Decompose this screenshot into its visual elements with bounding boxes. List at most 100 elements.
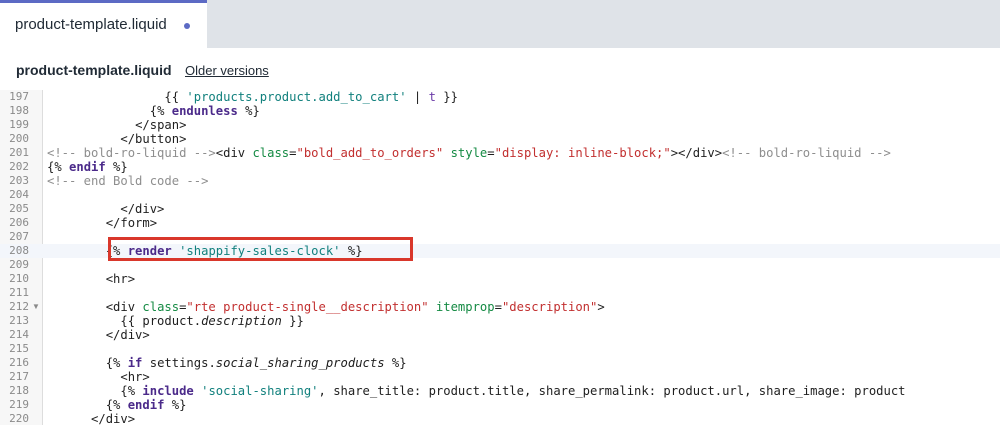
older-versions-link[interactable]: Older versions [185,63,269,78]
code-line[interactable]: 214 </div> [0,328,1000,342]
code-line[interactable]: 199 </span> [0,118,1000,132]
code-text: <!-- end Bold code --> [47,174,208,188]
code-line[interactable]: 218 {% include 'social-sharing', share_t… [0,384,1000,398]
line-number: 201 [9,146,29,159]
line-number: 205 [9,202,29,215]
line-number: 216 [9,356,29,369]
code-text: </form> [47,216,157,230]
code-token: {{ [164,90,187,104]
code-line[interactable]: 197 {{ 'products.product.add_to_cart' | … [0,90,1000,104]
code-token: %} [105,160,128,174]
code-line[interactable]: 206 </form> [0,216,1000,230]
code-token: , share_title: product.title, share_perm… [318,384,906,398]
code-token: {{ product. [120,314,202,328]
code-text: </span> [47,118,186,132]
code-token: %} [164,398,187,412]
code-token: %} [237,104,260,118]
code-token: "description" [501,300,598,314]
code-token: ></div> [670,146,723,160]
code-line[interactable]: 220 </div> [0,412,1000,425]
line-number: 211 [9,286,29,299]
code-text: {% if settings.social_sharing_products %… [47,356,407,370]
line-number: 217 [9,370,29,383]
line-number: 212 [9,300,29,313]
code-token: settings. [142,356,216,370]
code-token: "bold_add_to_orders" [296,146,444,160]
code-token: }} [435,90,458,104]
code-token: %} [384,356,407,370]
code-token: <hr> [105,272,136,286]
line-number: 199 [9,118,29,131]
code-line[interactable]: 198 {% endunless %} [0,104,1000,118]
code-text: </div> [47,202,164,216]
code-line[interactable]: 205 </div> [0,202,1000,216]
code-text: {% endif %} [47,398,187,412]
code-token: </div> [91,412,136,425]
line-number: 209 [9,258,29,271]
line-number: 218 [9,384,29,397]
line-number: 206 [9,216,29,229]
code-token: | [406,90,429,104]
line-number: 219 [9,398,29,411]
tab-label: product-template.liquid [15,16,167,33]
code-line[interactable]: 219 {% endif %} [0,398,1000,412]
code-line[interactable]: 202 {% endif %} [0,160,1000,174]
code-token: class [252,146,290,160]
code-text: {{ product.description }} [47,314,304,328]
code-line[interactable]: 207 [0,230,1000,244]
code-token: </div> [105,328,150,342]
code-text: <hr> [47,272,135,286]
code-line[interactable]: 200 </button> [0,132,1000,146]
code-text: <div class = "rte product-single__descript… [47,300,605,314]
file-header: product-template.liquid Older versions [0,48,1000,90]
code-token: > [597,300,605,314]
code-text: </div> [47,328,150,342]
code-line[interactable]: 211 [0,286,1000,300]
code-token: <!-- bold-ro-liquid --> [722,146,891,160]
code-line[interactable]: 203 <!-- end Bold code --> [0,174,1000,188]
code-token: endunless [171,104,238,118]
code-token: description [201,314,282,328]
code-token: endif [69,160,106,174]
code-line[interactable]: 217 <hr> [0,370,1000,384]
code-token: </form> [105,216,158,230]
code-token: {% [120,384,143,398]
code-editor[interactable]: 197 {{ 'products.product.add_to_cart' | … [0,90,1000,425]
code-token: }} [281,314,304,328]
code-line[interactable]: 201 <!-- bold-ro-liquid --><div class="bo… [0,146,1000,160]
line-number: 203 [9,174,29,187]
code-line[interactable]: 212 ▼ <div class = "rte product-single__des… [0,300,1000,314]
code-line[interactable]: 209 [0,258,1000,272]
code-line[interactable]: 204 [0,188,1000,202]
code-line[interactable]: 215 [0,342,1000,356]
code-line[interactable]: 208 {% render 'shappify-sales-clock' %} [0,244,1000,258]
code-token: 'social-sharing' [201,384,319,398]
code-text: {{ 'products.product.add_to_cart' | t }} [47,90,458,104]
code-line[interactable]: 210 <hr> [0,272,1000,286]
code-token: "rte product-single__description" [186,300,429,314]
code-line[interactable]: 216 {% if settings.social_sharing_produc… [0,356,1000,370]
code-token: class [142,300,180,314]
code-token: include [142,384,194,398]
code-token: <div [215,146,253,160]
code-token: itemprop [435,300,495,314]
code-token: endif [127,398,165,412]
tab-product-template[interactable]: product-template.liquid [0,0,207,48]
code-token: </div> [120,202,165,216]
line-number: 207 [9,230,29,243]
code-token: <!-- end Bold code --> [47,174,209,188]
code-token: </span> [135,118,187,132]
code-token: 'products.product.add_to_cart' [186,90,407,104]
code-text: <!-- bold-ro-liquid --><div class="bold_… [47,146,891,160]
code-line[interactable]: 213 {{ product.description }} [0,314,1000,328]
code-token: %} [340,244,363,258]
fold-arrow-icon[interactable]: ▼ [32,300,40,314]
code-token: "display: inline-block;" [494,146,671,160]
code-token: <div [105,300,143,314]
line-number: 220 [9,412,29,425]
code-token: {% [105,244,128,258]
code-token: {% [149,104,172,118]
